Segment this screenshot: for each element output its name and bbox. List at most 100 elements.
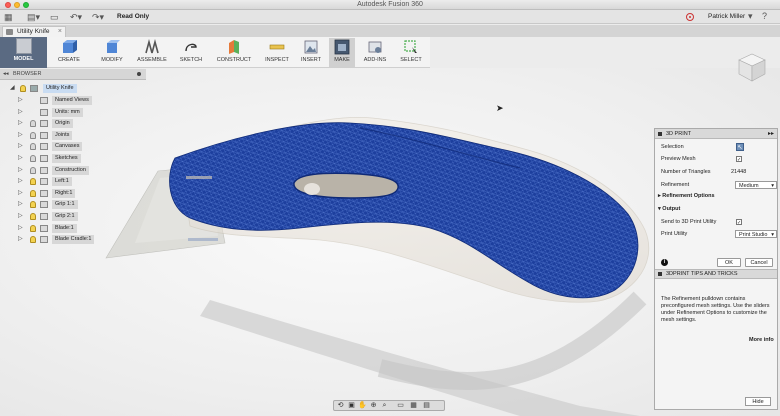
print-utility-dropdown[interactable]: Print Studio xyxy=(735,230,777,239)
create-menu[interactable]: CREATE xyxy=(54,38,84,67)
refinement-options-section[interactable]: ▸ Refinement Options xyxy=(658,193,715,199)
browser-header[interactable]: ◂◂ BROWSER xyxy=(0,69,146,80)
hide-button[interactable]: Hide xyxy=(745,397,771,406)
browser-item-label: Blade:1 xyxy=(52,223,77,233)
expand-arrow-icon[interactable]: ▷ xyxy=(18,177,23,186)
preview-mesh-label: Preview Mesh xyxy=(661,156,696,162)
document-tab[interactable]: Utility Knife × xyxy=(2,26,66,37)
folder-icon xyxy=(40,143,48,151)
visibility-bulb-icon[interactable] xyxy=(30,201,36,209)
grid-icon[interactable]: ▦ xyxy=(4,12,13,22)
ok-button[interactable]: OK xyxy=(717,258,741,267)
pan-icon[interactable]: ✋ xyxy=(358,402,367,410)
title-bar: Autodesk Fusion 360 xyxy=(0,0,780,10)
construct-menu[interactable]: CONSTRUCT xyxy=(212,38,256,67)
browser-item-label: Construction xyxy=(52,165,89,175)
visibility-bulb-icon[interactable] xyxy=(30,236,36,244)
folder-icon xyxy=(40,155,48,162)
collapse-arrow-icon[interactable]: ◢ xyxy=(10,84,15,93)
folder-icon xyxy=(40,178,48,186)
sketch-menu[interactable]: SKETCH xyxy=(176,38,206,67)
visibility-bulb-icon[interactable] xyxy=(20,85,26,92)
navigation-bar: ⟲ ▣ ✋ ⊕ ⌕ ▭ ▦ ▤ xyxy=(333,400,445,411)
workspace-switcher[interactable]: MODEL xyxy=(0,37,47,68)
close-tab-icon[interactable]: × xyxy=(58,27,62,37)
assemble-menu[interactable]: ASSEMBLE xyxy=(134,38,170,67)
visibility-bulb-icon[interactable] xyxy=(30,178,36,186)
expand-arrow-icon[interactable]: ▷ xyxy=(18,119,23,128)
refinement-options-label: Refinement Options xyxy=(662,193,715,199)
addins-menu[interactable]: ADD-INS xyxy=(360,38,390,67)
help-icon[interactable]: ? xyxy=(762,11,767,21)
expand-arrow-icon[interactable]: ▷ xyxy=(18,200,23,209)
redo-icon[interactable]: ↷▾ xyxy=(92,12,104,22)
visibility-bulb-icon[interactable] xyxy=(30,166,36,174)
zoom-icon[interactable]: ⊕ xyxy=(369,402,378,410)
browser-item-label: Blade Cradle:1 xyxy=(52,235,95,245)
knife-mesh-body xyxy=(169,122,639,299)
undo-icon[interactable]: ↶▾ xyxy=(70,12,82,22)
display-settings-icon[interactable]: ▭ xyxy=(396,402,405,410)
toolbar-ribbon: MODEL CREATE MODIFY ASSEMBLE SKETCH CONS… xyxy=(0,37,430,68)
browser-root-label: Utility Knife xyxy=(43,84,77,93)
expand-arrow-icon[interactable]: ▷ xyxy=(18,142,23,151)
visibility-bulb-icon[interactable] xyxy=(30,143,36,151)
expand-arrow-icon[interactable]: ▷ xyxy=(18,189,23,198)
expand-arrow-icon[interactable]: ▷ xyxy=(18,131,23,140)
record-icon[interactable] xyxy=(686,13,694,21)
refinement-dropdown[interactable]: Medium xyxy=(735,181,777,190)
print-utility-label: Print Utility xyxy=(661,231,688,237)
expand-arrow-icon[interactable]: ▷ xyxy=(18,108,23,117)
selection-button[interactable]: ↖ xyxy=(736,143,744,151)
insert-menu[interactable]: INSERT xyxy=(297,38,325,67)
browser-item-label: Units: mm xyxy=(52,107,83,117)
file-icon[interactable]: ▤▾ xyxy=(27,12,40,22)
expand-arrow-icon[interactable]: ▷ xyxy=(18,224,23,233)
orbit-icon[interactable]: ⟲ xyxy=(336,402,345,410)
collapse-icon[interactable]: ◂◂ xyxy=(3,69,9,80)
select-menu[interactable]: SELECT xyxy=(397,38,425,67)
save-icon[interactable]: ▭ xyxy=(50,12,59,22)
viewcube[interactable] xyxy=(735,50,769,84)
browser-item-label: Grip 2:1 xyxy=(52,212,78,221)
user-name[interactable]: Patrick Miller xyxy=(708,13,745,20)
output-section[interactable]: ▾ Output xyxy=(658,206,680,212)
assemble-icon xyxy=(145,39,159,54)
viewports-icon[interactable]: ▤ xyxy=(422,402,431,410)
expand-arrow-icon[interactable]: ▷ xyxy=(18,154,23,163)
panel-header[interactable]: 3D PRINT ▸▸ xyxy=(655,129,777,139)
look-at-icon[interactable]: ▣ xyxy=(347,402,356,410)
document-tab-label: Utility Knife xyxy=(17,28,50,35)
tips-header[interactable]: 3DPRINT TIPS AND TRICKS xyxy=(655,269,777,279)
visibility-bulb-icon[interactable] xyxy=(30,131,36,139)
expand-icon[interactable]: ▸▸ xyxy=(768,129,774,139)
modify-menu[interactable]: MODIFY xyxy=(97,38,127,67)
make-menu[interactable]: MAKE xyxy=(329,38,355,67)
visibility-bulb-icon[interactable] xyxy=(30,189,36,197)
visibility-bulb-icon[interactable] xyxy=(30,155,36,162)
more-info-link[interactable]: More info xyxy=(749,337,774,343)
tips-text: The Refinement pulldown contains preconf… xyxy=(661,296,770,323)
inspect-menu[interactable]: INSPECT xyxy=(260,38,294,67)
chevron-down-icon[interactable]: ▾ xyxy=(748,11,753,21)
expand-arrow-icon[interactable]: ▷ xyxy=(18,235,23,244)
fit-icon[interactable]: ⌕ xyxy=(380,402,389,410)
expand-arrow-icon[interactable]: ▷ xyxy=(18,212,23,221)
send-checkbox[interactable]: ✓ xyxy=(736,219,742,226)
info-icon[interactable]: i xyxy=(661,259,668,266)
send-label: Send to 3D Print Utility xyxy=(661,219,717,225)
expand-arrow-icon[interactable]: ▷ xyxy=(18,96,23,105)
visibility-bulb-icon[interactable] xyxy=(30,224,36,232)
grid-settings-icon[interactable]: ▦ xyxy=(409,402,418,410)
cancel-button[interactable]: Cancel xyxy=(745,258,773,267)
grip-icon xyxy=(658,272,662,276)
document-tab-bar: Utility Knife × xyxy=(0,25,780,37)
expand-arrow-icon[interactable]: ▷ xyxy=(18,166,23,175)
visibility-bulb-icon[interactable] xyxy=(30,120,36,128)
create-icon xyxy=(63,40,77,53)
pin-icon[interactable] xyxy=(137,72,141,76)
preview-mesh-checkbox[interactable]: ✓ xyxy=(736,156,742,163)
tips-title: 3DPRINT TIPS AND TRICKS xyxy=(666,271,738,277)
browser-item-label: Canvases xyxy=(52,142,83,152)
visibility-bulb-icon[interactable] xyxy=(30,213,36,220)
